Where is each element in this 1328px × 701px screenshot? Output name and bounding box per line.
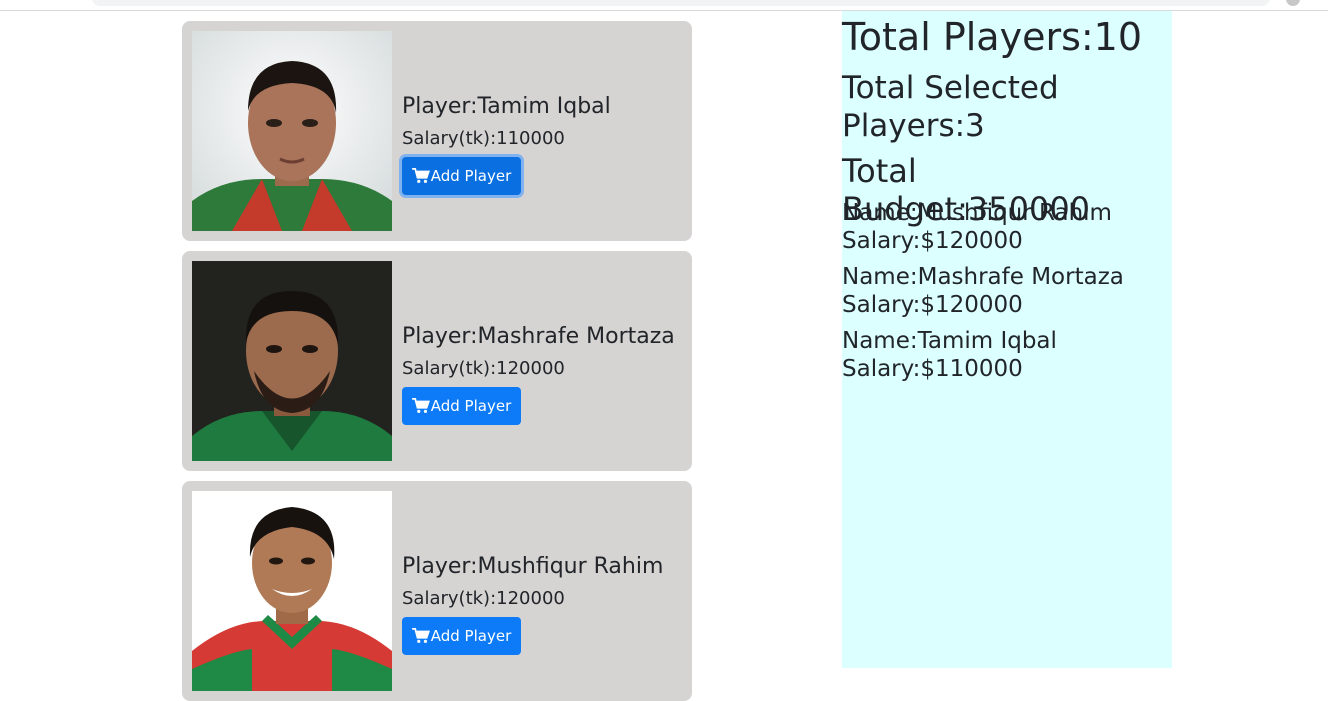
player-card: Player:Mushfiqur Rahim Salary(tk):120000… [182, 481, 692, 701]
add-player-label: Add Player [430, 167, 512, 185]
profile-icon[interactable] [1286, 0, 1300, 6]
browser-chrome-edge [0, 0, 1328, 11]
player-card: Player:Tamim Iqbal Salary(tk):110000 Add… [182, 21, 692, 241]
player-salary: Salary(tk):120000 [402, 358, 565, 379]
player-info: Player:Mashrafe Mortaza Salary(tk):12000… [402, 323, 675, 425]
player-photo [192, 31, 392, 231]
address-bar[interactable] [92, 0, 1270, 6]
add-player-button[interactable]: Add Player [402, 157, 521, 195]
add-player-button[interactable]: Add Player [402, 617, 521, 655]
selected-player-name: Name:Mushfiqur Rahim [842, 200, 1112, 226]
player-salary: Salary(tk):110000 [402, 128, 565, 149]
player-info: Player:Mushfiqur Rahim Salary(tk):120000… [402, 553, 663, 655]
total-selected-heading: Total Selected Players:3 [842, 70, 1059, 144]
selected-player-item: Name:Mashrafe Mortaza Salary:$120000 [842, 263, 1172, 319]
selection-summary-panel: Total Players:10 Total Selected Players:… [842, 11, 1172, 668]
player-info: Player:Tamim Iqbal Salary(tk):110000 Add… [402, 93, 611, 195]
player-card: Player:Mashrafe Mortaza Salary(tk):12000… [182, 251, 692, 471]
cart-icon [411, 628, 430, 643]
add-player-button[interactable]: Add Player [402, 387, 521, 425]
selected-player-salary: Salary:$120000 [842, 228, 1023, 254]
player-name: Player:Tamim Iqbal [402, 94, 611, 119]
cart-icon [411, 168, 430, 183]
selected-player-name: Name:Mashrafe Mortaza [842, 264, 1124, 290]
cart-icon [411, 398, 430, 413]
selected-player-name: Name:Tamim Iqbal [842, 328, 1057, 354]
selected-player-salary: Salary:$110000 [842, 356, 1023, 382]
selected-player-item: Name:Mushfiqur Rahim Salary:$120000 [842, 199, 1172, 255]
add-player-label: Add Player [430, 627, 512, 645]
player-photo [192, 491, 392, 691]
selected-player-item: Name:Tamim Iqbal Salary:$110000 [842, 327, 1172, 383]
total-players-heading: Total Players:10 [842, 15, 1143, 59]
selected-players-list: Name:Mushfiqur Rahim Salary:$120000 Name… [842, 199, 1172, 391]
player-name: Player:Mushfiqur Rahim [402, 554, 664, 579]
player-salary: Salary(tk):120000 [402, 588, 565, 609]
selected-player-salary: Salary:$120000 [842, 292, 1023, 318]
player-photo [192, 261, 392, 461]
player-name: Player:Mashrafe Mortaza [402, 324, 675, 349]
add-player-label: Add Player [430, 397, 512, 415]
